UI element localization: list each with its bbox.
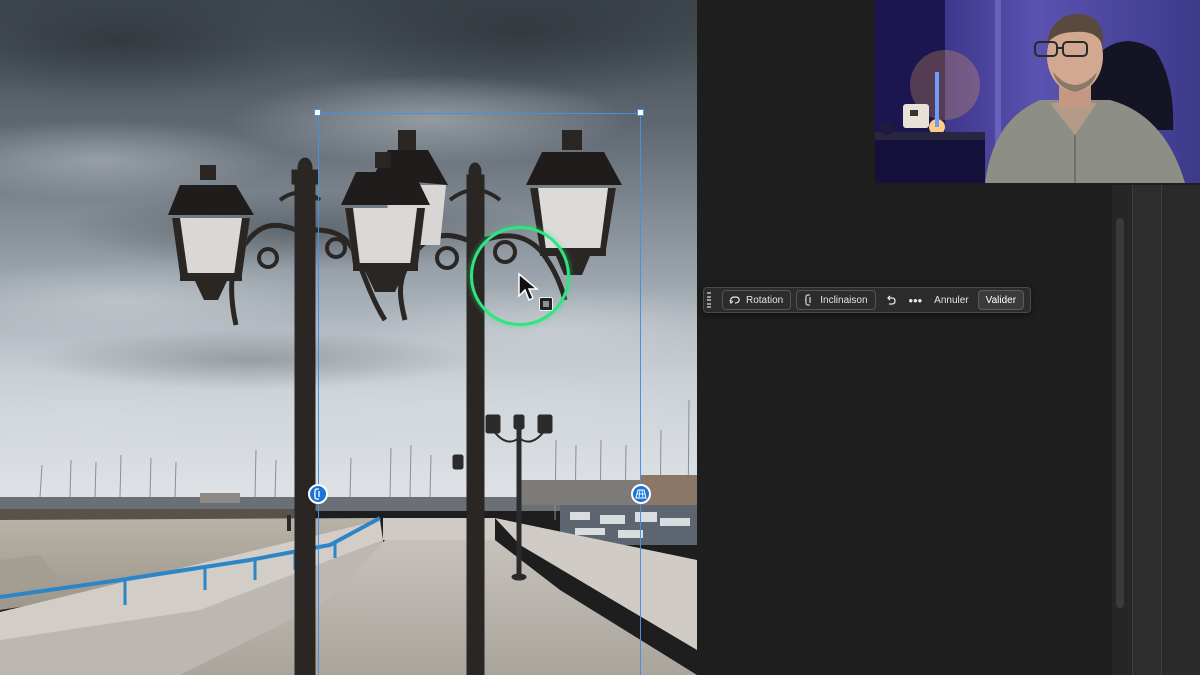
app-window: Rotation Inclinaison ••• Annuler Valider [0,0,1200,675]
rotation-button[interactable]: Rotation [722,290,792,310]
panel-divider [1161,185,1162,675]
contextual-task-bar: Rotation Inclinaison ••• Annuler Valider [703,287,1031,313]
transform-corner-handle-top-left[interactable] [314,109,321,116]
perspective-grid-icon[interactable] [631,484,651,504]
skew-button[interactable]: Inclinaison [796,290,876,310]
skew-icon [803,294,815,306]
webcam-overlay [875,0,1200,183]
rotation-button-label: Rotation [746,294,784,306]
mouse-cursor-icon [518,272,539,302]
cursor-menu-badge-icon [539,297,553,311]
panel-divider [1132,185,1133,675]
cancel-button[interactable]: Annuler [930,290,972,310]
tools-panel-column [1162,185,1200,675]
drag-handle-icon[interactable] [707,292,713,308]
transform-corner-handle-top-right[interactable] [637,109,644,116]
undo-icon [885,294,897,306]
side-panel-column [1133,185,1161,675]
more-options-button[interactable]: ••• [906,290,926,310]
image-canvas[interactable] [0,0,697,675]
street-lamp-photo [0,0,697,675]
rotate-loop-icon [729,294,741,306]
presenter-video [875,0,1200,183]
skew-handle-icon[interactable] [308,484,328,504]
confirm-button[interactable]: Valider [977,290,1025,310]
undo-button[interactable] [881,290,901,310]
skew-button-label: Inclinaison [820,294,868,306]
panel-scrollbar[interactable] [1116,218,1124,608]
